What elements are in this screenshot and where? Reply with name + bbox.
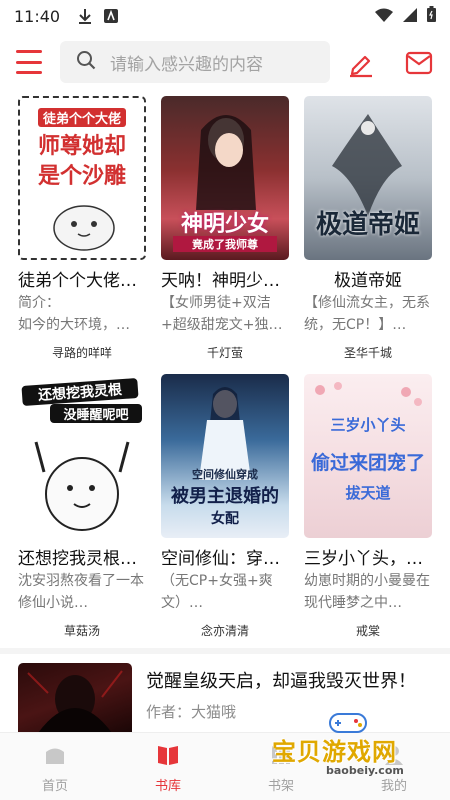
- edit-button[interactable]: [346, 48, 376, 78]
- featured-author: 作者：大猫哦: [146, 703, 237, 721]
- book-cover: 还想挖我灵根 没睡醒呢吧: [18, 374, 146, 538]
- search-icon: [76, 50, 96, 74]
- nav-label: 书库: [154, 779, 181, 794]
- nav-label: 首页: [41, 779, 68, 794]
- watermark-logo: 宝贝游戏网 baobeiy.com: [270, 708, 445, 780]
- book-author: 千灯萤: [206, 346, 243, 360]
- search-bar[interactable]: 请输入感兴趣的内容: [60, 41, 330, 83]
- book-author: 念亦清清: [200, 624, 249, 638]
- signal-icon: [403, 7, 417, 26]
- book-icon: [158, 746, 178, 765]
- mail-icon: [405, 51, 433, 75]
- book-author: 草菇汤: [63, 624, 100, 638]
- battery-icon: [427, 6, 436, 26]
- search-placeholder: 请输入感兴趣的内容: [110, 54, 263, 75]
- pen-icon: [350, 55, 372, 78]
- book-desc: 幼崽时期的小曼曼在现代睡梦之中…: [304, 573, 430, 611]
- book-title: 还想挖我灵根…: [18, 549, 137, 569]
- book-title: 徒弟个个大佬…: [18, 271, 137, 291]
- book-author: 圣华千城: [343, 346, 392, 360]
- book-cover: 空间修仙穿成 被男主退婚的 女配: [161, 374, 289, 538]
- book-desc: （无CP+女强+爽文）…: [161, 573, 273, 611]
- download-icon: [78, 8, 92, 24]
- menu-button[interactable]: [16, 50, 42, 74]
- book-desc: 简介： 如今的大环境，…: [18, 295, 130, 333]
- home-icon: [46, 748, 64, 764]
- nav-home[interactable]: 首页: [15, 733, 95, 800]
- book-title: 空间修仙：穿…: [161, 549, 280, 569]
- book-cover: 极道帝姬: [304, 96, 432, 260]
- book-cover: 三岁小丫头 偷过来团宠了 拔天道: [304, 374, 432, 538]
- message-button[interactable]: [404, 48, 434, 78]
- nav-library[interactable]: 书库: [128, 733, 208, 800]
- featured-cover: [18, 663, 132, 733]
- book-desc: 沈安羽熬夜看了一本修仙小说…: [18, 573, 144, 611]
- app-notification-icon: [104, 9, 119, 23]
- watermark-text: 宝贝游戏网: [272, 738, 397, 766]
- book-title: 天呐！神明少…: [161, 271, 280, 291]
- status-time: 11:40: [14, 6, 61, 26]
- section-divider: [0, 648, 450, 654]
- book-desc: 【修仙流女主，无系统，无CP！】…: [304, 295, 430, 333]
- book-title: 三岁小丫头，…: [304, 549, 423, 569]
- book-cover: 徒弟个个大佬 师尊她却 是个沙雕: [18, 96, 146, 260]
- featured-title: 觉醒皇级天启，却逼我毁灭世界！: [146, 671, 416, 692]
- wifi-icon: [375, 7, 393, 26]
- app-header: 请输入感兴趣的内容: [0, 38, 450, 86]
- gamepad-icon: [329, 713, 367, 733]
- book-desc: 【女师男徒+双洁+超级甜宠文+独…: [161, 295, 283, 333]
- book-cover: 神明少女 竟成了我师尊: [161, 96, 289, 260]
- book-author: 寻路的咩咩: [51, 346, 112, 360]
- book-author: 戒棠: [355, 624, 380, 638]
- watermark-url: baobeiy.com: [326, 764, 404, 777]
- book-title: 极道帝姬: [334, 271, 402, 291]
- status-bar: 11:40: [0, 0, 450, 32]
